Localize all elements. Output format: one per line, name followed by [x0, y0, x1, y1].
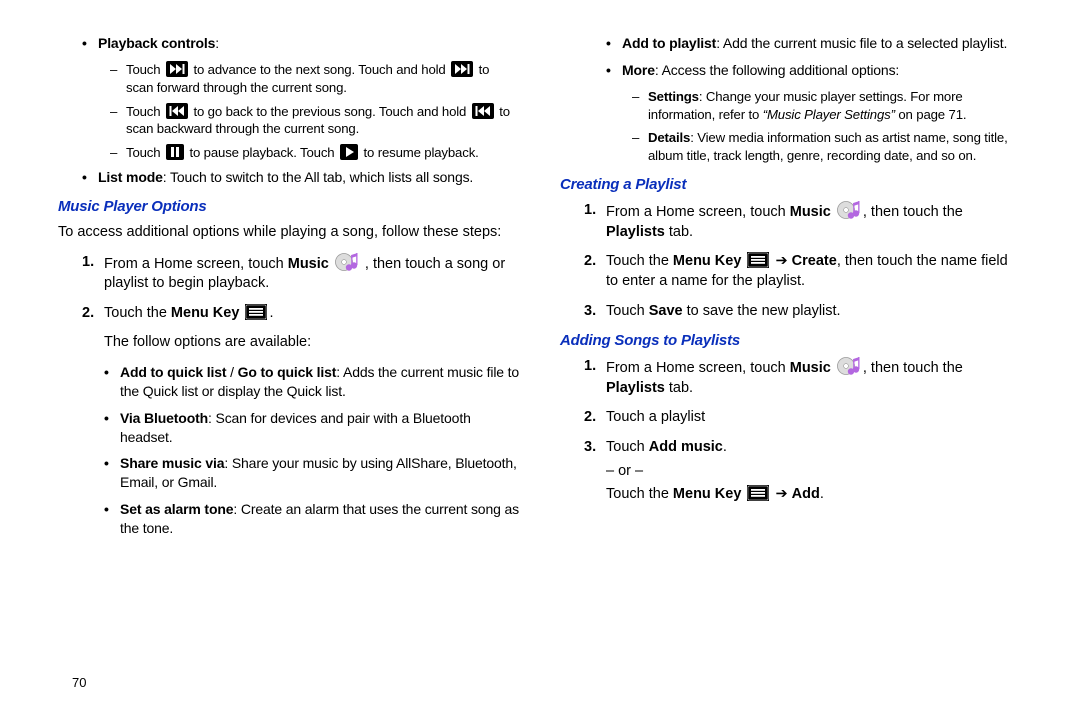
- playback-prev: Touch to go back to the previous song. T…: [110, 103, 520, 139]
- more-settings: Settings: Change your music player setti…: [632, 88, 1022, 124]
- step-1: 1. From a Home screen, touch Music , the…: [82, 253, 520, 294]
- right-column: Add to playlist: Add the current music f…: [540, 30, 1022, 700]
- dash-icon: [110, 144, 126, 162]
- list-mode-item: List mode: Touch to switch to the All ta…: [82, 168, 520, 187]
- add-step-3: 3. Touch Add music. – or – Touch the Men…: [584, 438, 1022, 505]
- heading-music-player-options: Music Player Options: [58, 197, 520, 217]
- page-number: 70: [72, 675, 86, 690]
- opt-quicklist: Add to quick list / Go to quick list: Ad…: [104, 363, 520, 401]
- heading-creating-playlist: Creating a Playlist: [560, 175, 1022, 195]
- menu-key-icon: [747, 485, 769, 501]
- dash-icon: [632, 129, 648, 165]
- more-details: Details: View media information such as …: [632, 129, 1022, 165]
- step-2: 2. Touch the Menu Key . The follow optio…: [82, 304, 520, 353]
- music-app-icon: [335, 253, 359, 271]
- menu-key-icon: [747, 252, 769, 268]
- add-step-2: 2. Touch a playlist: [584, 408, 1022, 428]
- fast-forward-icon: [166, 61, 188, 77]
- bullet-icon: [104, 454, 120, 492]
- opt-alarm: Set as alarm tone: Create an alarm that …: [104, 500, 520, 538]
- options-intro: To access additional options while playi…: [58, 223, 520, 243]
- rewind-icon: [166, 103, 188, 119]
- opt-share: Share music via: Share your music by usi…: [104, 454, 520, 492]
- bullet-icon: [104, 409, 120, 447]
- opt-bluetooth: Via Bluetooth: Scan for devices and pair…: [104, 409, 520, 447]
- opt-more: More: Access the following additional op…: [606, 61, 1022, 80]
- dash-icon: [632, 88, 648, 124]
- dash-icon: [110, 103, 126, 139]
- opt-addplaylist: Add to playlist: Add the current music f…: [606, 34, 1022, 53]
- fast-forward-icon: [451, 61, 473, 77]
- dash-icon: [110, 61, 126, 97]
- bullet-icon: [82, 34, 98, 53]
- add-step-1: 1. From a Home screen, touch Music , the…: [584, 357, 1022, 398]
- bullet-icon: [82, 168, 98, 187]
- playback-next: Touch to advance to the next song. Touch…: [110, 61, 520, 97]
- bullet-icon: [104, 500, 120, 538]
- music-app-icon: [837, 357, 861, 375]
- heading-adding-songs: Adding Songs to Playlists: [560, 331, 1022, 351]
- playback-label: Playback controls: [98, 35, 215, 51]
- bullet-icon: [104, 363, 120, 401]
- create-step-3: 3. Touch Save to save the new playlist.: [584, 302, 1022, 322]
- bullet-icon: [606, 61, 622, 80]
- or-separator: – or –: [606, 462, 824, 482]
- pause-icon: [166, 144, 184, 160]
- rewind-icon: [472, 103, 494, 119]
- manual-page: Playback controls: Touch to advance to t…: [0, 0, 1080, 720]
- follow-options-text: The follow options are available:: [104, 333, 311, 353]
- music-app-icon: [837, 201, 861, 219]
- menu-key-icon: [245, 304, 267, 320]
- play-icon: [340, 144, 358, 160]
- playback-pause: Touch to pause playback. Touch to resume…: [110, 144, 520, 162]
- create-step-2: 2. Touch the Menu Key ➔ Create, then tou…: [584, 252, 1022, 291]
- bullet-icon: [606, 34, 622, 53]
- create-step-1: 1. From a Home screen, touch Music , the…: [584, 201, 1022, 242]
- left-column: Playback controls: Touch to advance to t…: [58, 30, 540, 700]
- playback-controls-header: Playback controls:: [82, 34, 520, 53]
